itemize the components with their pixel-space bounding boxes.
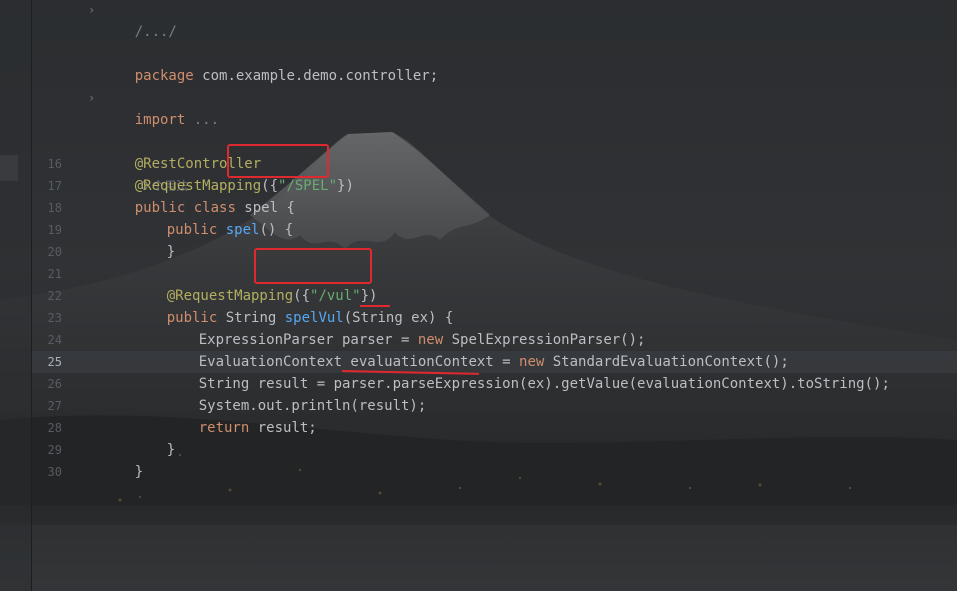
keyword-return: return <box>198 420 250 436</box>
code-editor[interactable]: 16 17 18 19 20 21 22 23 24 25 26 27 28 2… <box>0 0 957 591</box>
statement-text: result; <box>249 420 317 436</box>
code-line-25[interactable]: String result = parser.parseExpression(e… <box>165 351 890 392</box>
code-line-method-decl[interactable]: public String spelVul(String ex) { <box>133 285 454 326</box>
keyword-package: package <box>134 68 194 84</box>
brace-close: } <box>134 464 144 480</box>
mapping-close: }) <box>337 178 354 194</box>
keyword-import: import <box>134 112 186 128</box>
code-line-27[interactable]: return result; <box>165 395 317 436</box>
red-underline-ex-param <box>360 305 390 307</box>
line-number: 24 <box>47 333 62 347</box>
red-highlight-box-vul <box>254 248 372 284</box>
code-line-constructor[interactable]: public spel() { <box>133 197 293 238</box>
code-line-class-close[interactable]: } <box>101 439 143 480</box>
line-number: 21 <box>47 267 62 281</box>
brace-close: } <box>166 442 176 458</box>
code-line-23[interactable]: ExpressionParser parser = new SpelExpres… <box>165 307 646 348</box>
line-number: 26 <box>47 377 62 391</box>
code-line-method-close[interactable]: } <box>133 417 175 458</box>
fold-chevron-icon[interactable]: › <box>88 0 95 21</box>
line-number: 22 <box>47 289 62 303</box>
code-line-import[interactable]: import ... <box>101 87 219 128</box>
code-line-folded-header[interactable]: /.../ <box>101 0 177 40</box>
code-line-package[interactable]: package com.example.demo.controller; <box>101 43 438 84</box>
line-number: 18 <box>47 201 62 215</box>
fold-chevron-icon[interactable]: › <box>88 87 95 109</box>
constructor-name: spel <box>217 222 260 238</box>
package-name: com.example.demo.controller; <box>193 68 439 84</box>
code-line-constructor-close[interactable]: } <box>133 219 175 260</box>
line-number: 20 <box>47 245 62 259</box>
line-number: 16 <box>47 157 62 171</box>
line-number: 23 <box>47 311 62 325</box>
code-line-class-decl[interactable]: public class spel { <box>101 175 295 216</box>
code-line-26[interactable]: System.out.println(result); <box>165 373 427 414</box>
line-number: 29 <box>47 443 62 457</box>
line-number: 27 <box>47 399 62 413</box>
line-number: 17 <box>47 179 62 193</box>
line-number: 19 <box>47 223 62 237</box>
brace-close: } <box>166 244 176 260</box>
red-highlight-box-spel <box>227 144 329 178</box>
code-line-24[interactable]: EvaluationContext evaluationContext = ne… <box>165 329 789 370</box>
line-number: 28 <box>47 421 62 435</box>
line-number-active: 25 <box>47 355 62 369</box>
line-number: 30 <box>47 465 62 479</box>
folded-imports[interactable]: ... <box>185 112 219 128</box>
constructor-params: () { <box>259 222 294 238</box>
folded-comment[interactable]: /.../ <box>135 24 177 40</box>
